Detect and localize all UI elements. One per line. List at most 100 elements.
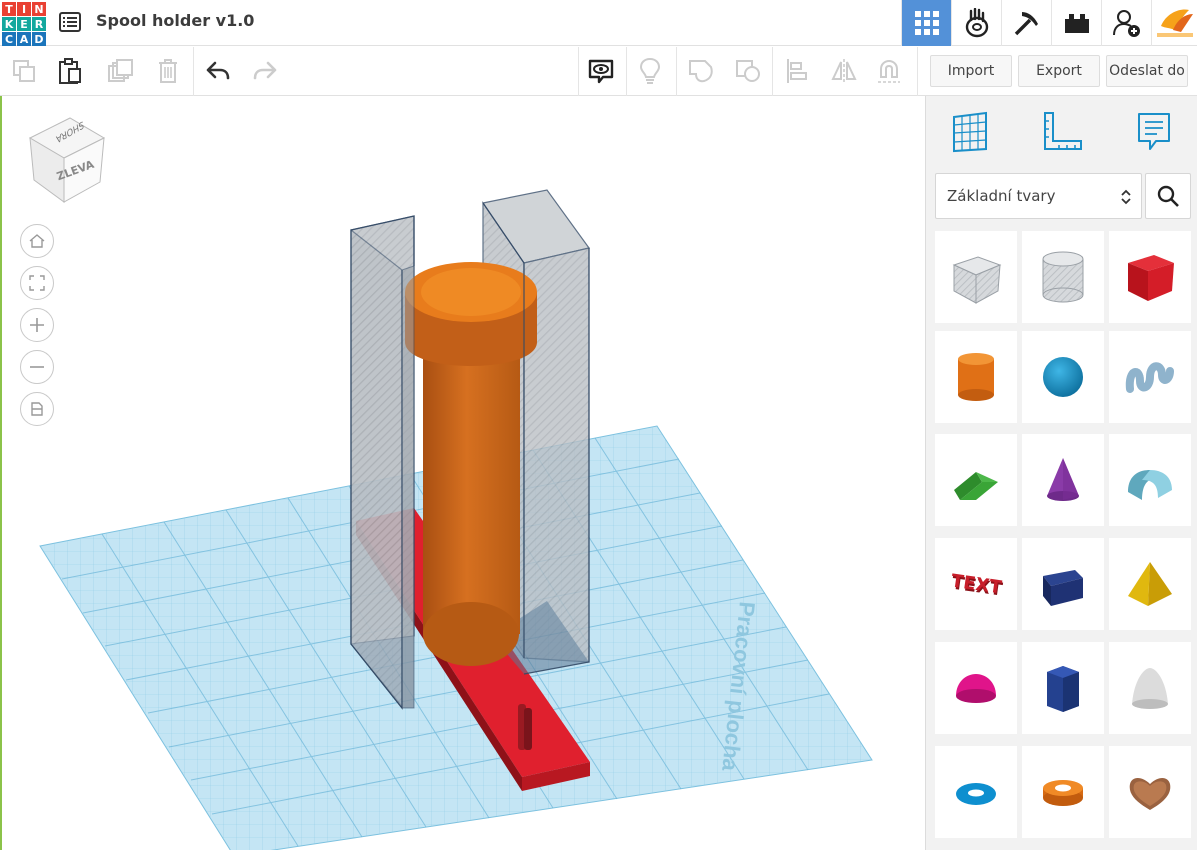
lightbulb-icon xyxy=(639,57,661,84)
shape-box-hole[interactable] xyxy=(935,231,1017,323)
logo-letter: N xyxy=(32,2,46,16)
logo-letter: I xyxy=(17,2,31,16)
shape-sphere[interactable] xyxy=(1022,331,1104,423)
shape-cylinder-hole[interactable] xyxy=(1022,231,1104,323)
scene-canvas[interactable]: Pracovní plocha xyxy=(2,96,925,850)
scribble-icon xyxy=(1125,362,1174,393)
fit-icon xyxy=(29,275,45,291)
send-to-button[interactable]: Odeslat do xyxy=(1106,55,1188,87)
copy-button[interactable] xyxy=(8,55,40,87)
mirror-icon xyxy=(831,59,857,83)
zoom-out-button[interactable] xyxy=(20,350,54,384)
duplicate-button[interactable] xyxy=(104,55,136,87)
roof-icon xyxy=(954,472,998,500)
design-title[interactable]: Spool holder v1.0 xyxy=(96,11,254,30)
logo-letter: D xyxy=(32,32,46,46)
codeblocks-button[interactable] xyxy=(1001,0,1051,46)
select-arrows-icon xyxy=(1121,189,1131,205)
align-button[interactable] xyxy=(781,55,813,87)
minecraft-pickaxe-icon xyxy=(1014,12,1038,36)
shape-pyramid[interactable] xyxy=(1109,538,1191,630)
projection-button[interactable] xyxy=(20,392,54,426)
edit-toolbar: Import Export Odeslat do xyxy=(0,47,1197,96)
delete-button[interactable] xyxy=(152,55,184,87)
bricks-button[interactable] xyxy=(1051,0,1101,46)
ungroup-button[interactable] xyxy=(732,55,764,87)
copy-icon xyxy=(13,60,35,82)
view-cube[interactable]: SHORA ZLEVA xyxy=(26,114,110,208)
tinkercad-logo[interactable]: T I N K E R C A D xyxy=(0,0,46,46)
ruler-tab[interactable] xyxy=(1040,110,1084,154)
3d-viewport[interactable]: Pracovní plocha SHORA ZLEVA xyxy=(0,96,925,850)
workplane-tab[interactable] xyxy=(948,110,992,154)
redo-icon xyxy=(253,61,277,80)
shape-scribble[interactable] xyxy=(1109,331,1191,423)
workplane-grid-icon xyxy=(953,111,987,153)
pyramid-icon xyxy=(1128,562,1172,606)
design-3d-button[interactable] xyxy=(901,0,951,46)
shape-category-select[interactable]: Základní tvary xyxy=(935,173,1142,219)
shape-text[interactable]: TEXT xyxy=(935,538,1017,630)
undo-icon xyxy=(206,61,230,80)
voxelizer-brand-icon xyxy=(1156,9,1193,37)
shape-search-button[interactable] xyxy=(1145,173,1191,219)
export-button[interactable]: Export xyxy=(1018,55,1100,87)
logo-letter: A xyxy=(17,32,31,46)
home-view-button[interactable] xyxy=(20,224,54,258)
design-3d-icon xyxy=(914,11,939,35)
sphere-icon xyxy=(1043,357,1083,397)
magnet-icon xyxy=(878,59,900,83)
circuits-button[interactable] xyxy=(951,0,1001,46)
shape-paraboloid[interactable] xyxy=(1109,642,1191,734)
clipboard-icon xyxy=(59,58,81,84)
shape-heart[interactable] xyxy=(1109,746,1191,838)
toolbar-divider xyxy=(626,47,627,96)
shape-polygon[interactable] xyxy=(1022,642,1104,734)
shape-roof[interactable] xyxy=(935,434,1017,526)
box-hole-icon xyxy=(952,256,1002,304)
paste-button[interactable] xyxy=(54,55,86,87)
add-user-icon xyxy=(1112,10,1140,37)
undo-button[interactable] xyxy=(202,55,234,87)
toolbar-divider xyxy=(917,47,918,96)
orange-cylinder[interactable] xyxy=(405,262,537,666)
import-button[interactable]: Import xyxy=(930,55,1012,87)
zoom-in-button[interactable] xyxy=(20,308,54,342)
tinkercad-app: T I N K E R C A D Spool holder v1.0 Impo… xyxy=(0,0,1197,850)
light-button[interactable] xyxy=(634,55,666,87)
trash-icon xyxy=(159,59,177,83)
duplicate-icon xyxy=(108,59,133,82)
logo-letter: E xyxy=(17,17,31,31)
design-list-icon[interactable] xyxy=(58,10,82,34)
logo-letter: K xyxy=(2,17,16,31)
ungroup-icon xyxy=(736,60,760,82)
bricks-icon xyxy=(1064,14,1089,33)
notes-tab[interactable] xyxy=(1132,110,1176,154)
torus-icon xyxy=(956,783,996,805)
mirror-button[interactable] xyxy=(828,55,860,87)
shape-torus[interactable] xyxy=(935,746,1017,838)
align-icon xyxy=(787,59,807,83)
note-icon xyxy=(1138,113,1170,150)
shape-cone[interactable] xyxy=(1022,434,1104,526)
shape-half-sphere[interactable] xyxy=(935,642,1017,734)
notes-button[interactable] xyxy=(585,55,617,87)
redo-button[interactable] xyxy=(249,55,281,87)
shape-round-roof[interactable] xyxy=(1109,434,1191,526)
shape-wedge[interactable] xyxy=(1022,538,1104,630)
shape-box[interactable] xyxy=(1109,231,1191,323)
orange-cylinder-icon xyxy=(958,353,994,401)
wedge-icon xyxy=(1043,570,1083,606)
shape-cylinder[interactable] xyxy=(935,331,1017,423)
tube-icon xyxy=(1043,780,1083,806)
add-user-button[interactable] xyxy=(1101,0,1151,46)
top-bar: T I N K E R C A D Spool holder v1.0 xyxy=(0,0,1197,46)
cruise-button[interactable] xyxy=(873,55,905,87)
group-button[interactable] xyxy=(685,55,717,87)
fit-view-button[interactable] xyxy=(20,266,54,300)
logo-letter: C xyxy=(2,32,16,46)
shape-tube[interactable] xyxy=(1022,746,1104,838)
red-box-icon xyxy=(1128,255,1174,301)
hole-box-left-front[interactable] xyxy=(350,228,415,710)
voxelizer-button[interactable] xyxy=(1151,0,1197,46)
